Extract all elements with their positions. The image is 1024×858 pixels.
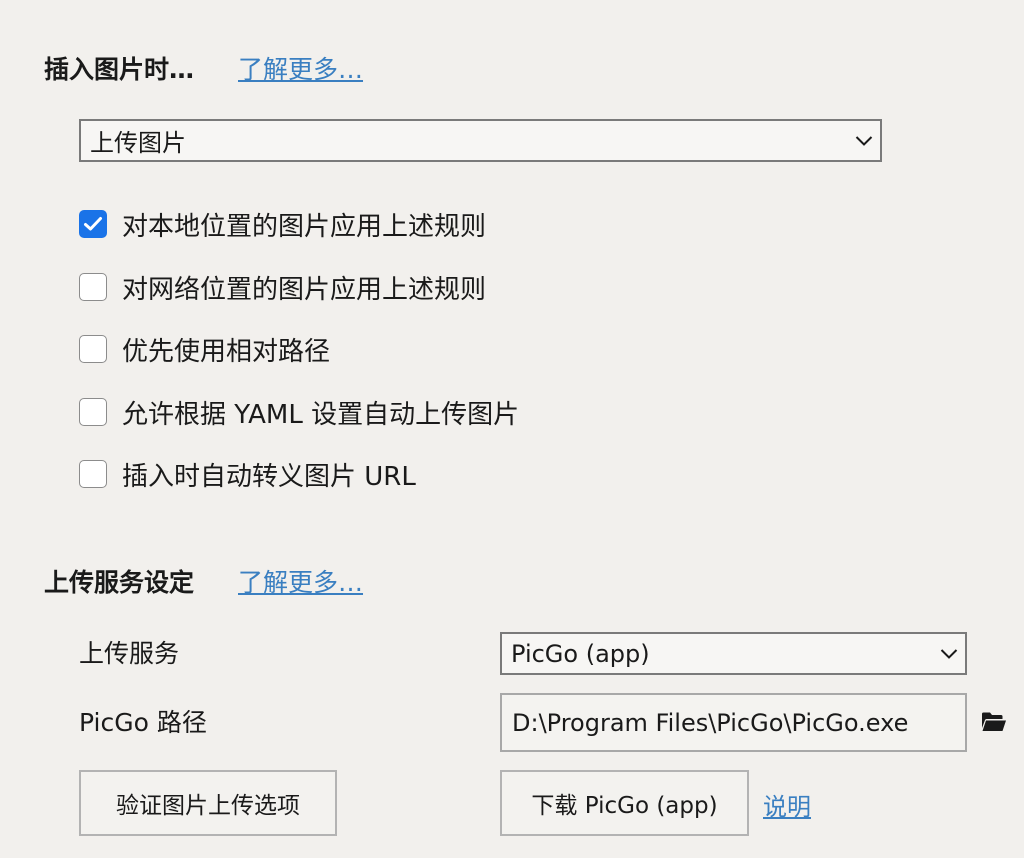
upload-service-learn-more-link[interactable]: 了解更多… — [238, 563, 363, 599]
chevron-down-icon — [848, 135, 880, 147]
download-picgo-button[interactable]: 下载 PicGo (app) — [500, 770, 749, 836]
option-escape-url[interactable]: 插入时自动转义图片 URL — [79, 459, 416, 492]
checkbox-apply-local[interactable] — [79, 210, 107, 238]
option-apply-network-label: 对网络位置的图片应用上述规则 — [122, 274, 487, 305]
insert-action-select[interactable]: 上传图片 — [79, 119, 882, 162]
option-apply-network[interactable]: 对网络位置的图片应用上述规则 — [79, 272, 486, 305]
folder-open-icon[interactable] — [981, 711, 1007, 737]
verify-upload-options-button[interactable]: 验证图片上传选项 — [79, 770, 337, 836]
option-yaml-auto-upload-label: 允许根据 YAML 设置自动上传图片 — [122, 399, 520, 430]
option-relative-path-label: 优先使用相对路径 — [122, 336, 331, 367]
image-insert-learn-more-link[interactable]: 了解更多… — [238, 50, 363, 86]
upload-service-selected-value: PicGo (app) — [511, 639, 650, 668]
upload-service-section-title: 上传服务设定 — [44, 568, 195, 597]
checkbox-escape-url[interactable] — [79, 460, 107, 488]
checkbox-yaml-auto-upload[interactable] — [79, 398, 107, 426]
option-yaml-auto-upload[interactable]: 允许根据 YAML 设置自动上传图片 — [79, 397, 519, 430]
insert-action-selected-value: 上传图片 — [90, 129, 186, 157]
picgo-help-link[interactable]: 说明 — [763, 787, 811, 822]
checkbox-relative-path[interactable] — [79, 335, 107, 363]
checkmark-icon — [84, 217, 102, 231]
checkbox-apply-network[interactable] — [79, 273, 107, 301]
upload-service-label: 上传服务 — [79, 639, 180, 668]
image-insert-section-title: 插入图片时… — [44, 55, 195, 84]
picgo-path-input[interactable]: D:\Program Files\PicGo\PicGo.exe — [500, 693, 967, 752]
upload-service-select[interactable]: PicGo (app) — [500, 632, 967, 675]
option-apply-local-label: 对本地位置的图片应用上述规则 — [122, 211, 487, 242]
picgo-path-label: PicGo 路径 — [79, 708, 207, 737]
option-apply-local[interactable]: 对本地位置的图片应用上述规则 — [79, 209, 486, 242]
chevron-down-icon — [933, 648, 965, 660]
option-relative-path[interactable]: 优先使用相对路径 — [79, 334, 330, 367]
option-escape-url-label: 插入时自动转义图片 URL — [122, 461, 416, 492]
